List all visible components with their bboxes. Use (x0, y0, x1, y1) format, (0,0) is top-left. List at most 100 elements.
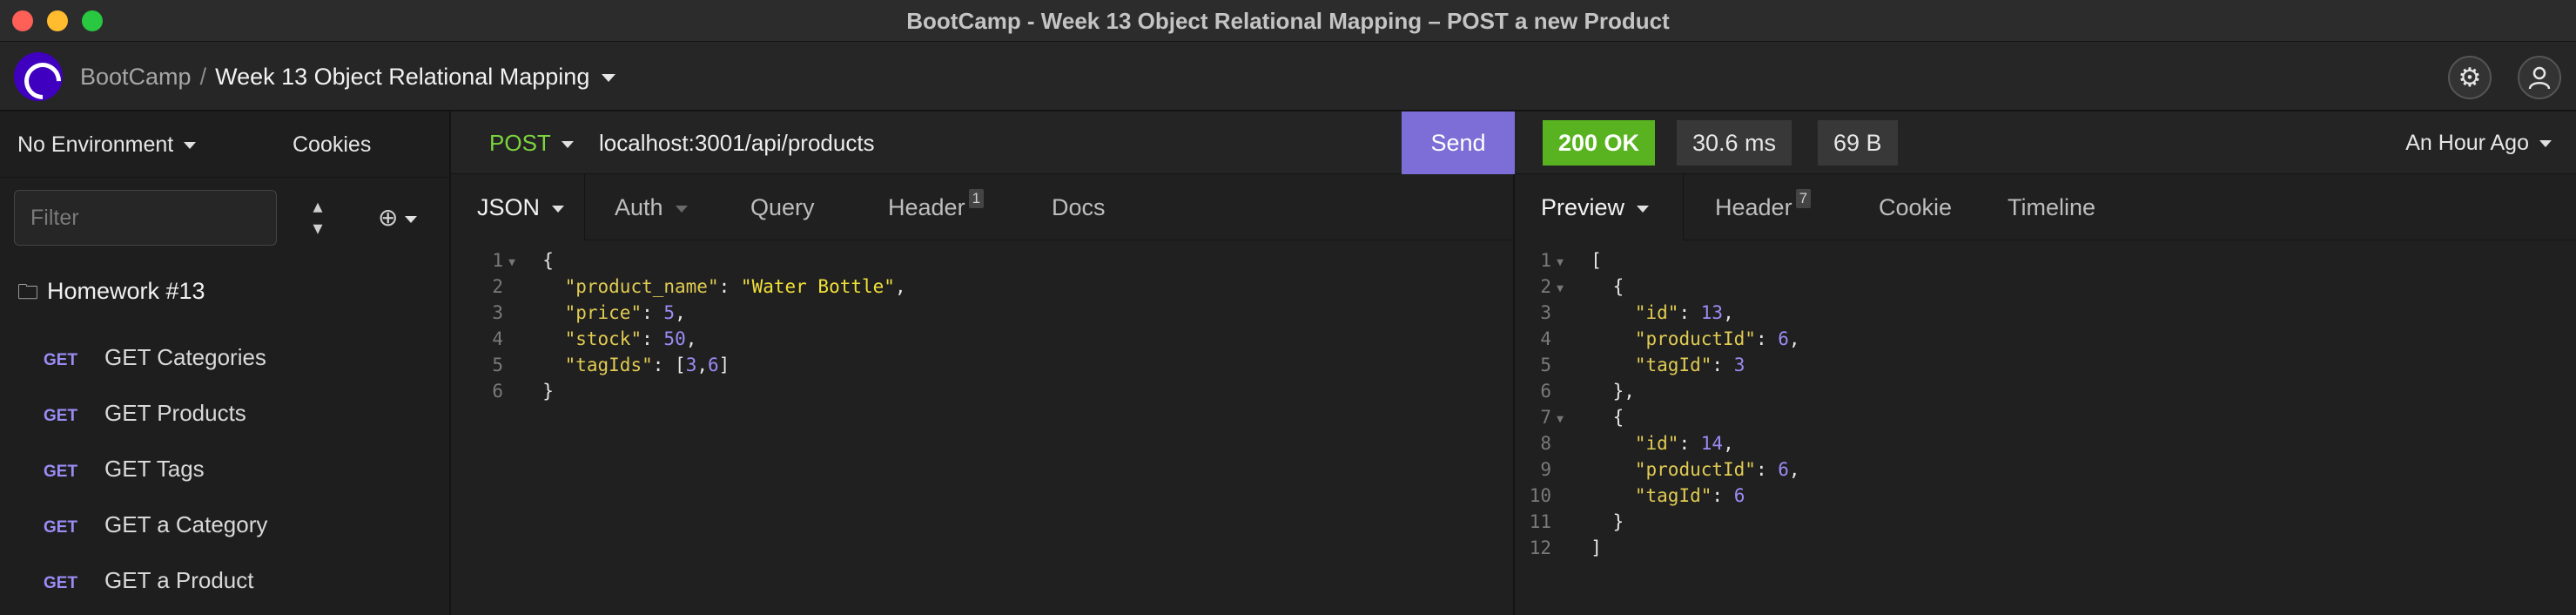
tab-label: Preview (1541, 194, 1625, 220)
window-title: BootCamp - Week 13 Object Relational Map… (906, 8, 1670, 34)
window-titlebar: BootCamp - Week 13 Object Relational Map… (0, 0, 2576, 42)
folder-label: Homework #13 (47, 278, 205, 304)
environment-select[interactable]: No Environment (17, 112, 197, 178)
line-number: 5 (492, 355, 503, 375)
tab-header[interactable]: Header 1 (888, 174, 985, 240)
request-method-badge: GET (44, 407, 78, 425)
code-line: 6 } (468, 378, 906, 404)
fold-chevron-icon[interactable]: ▼ (1551, 407, 1569, 433)
code-text: "id": 13, (1634, 302, 1734, 323)
breadcrumb: BootCamp / Week 13 Object Relational Mappi… (80, 42, 616, 112)
history-dropdown[interactable]: An Hour Ago (2405, 112, 2552, 174)
sidebar-request-item[interactable]: GET GET a Category (0, 497, 449, 552)
tab-auth[interactable]: Auth (615, 174, 688, 240)
code-text: }, (1591, 381, 1635, 402)
line-number: 4 (1540, 328, 1551, 349)
code-text: "stock": 50, (564, 328, 697, 349)
code-text: [ (1591, 250, 1602, 271)
settings-button[interactable]: ⚙ (2448, 56, 2492, 99)
response-pane: 200 OK 30.6 ms 69 B An Hour Ago Preview … (1515, 112, 2576, 615)
line-number: 2 (1540, 276, 1551, 297)
code-text: { (1591, 276, 1624, 297)
tab-docs[interactable]: Docs (1052, 174, 1106, 240)
line-number: 6 (492, 381, 503, 402)
tab-cookie[interactable]: Cookie (1879, 174, 1952, 240)
code-line: 2 "product_name": "Water Bottle", (468, 274, 905, 300)
response-body-viewer[interactable]: 1 ▼ [2 ▼ {3 "id": 13, 4 "productId": 6, 5 "t… (1517, 247, 1800, 561)
chevron-down-icon (405, 215, 418, 223)
fold-chevron-icon[interactable]: ▼ (1551, 276, 1569, 302)
app-header: BootCamp / Week 13 Object Relational Mappi… (0, 42, 2576, 112)
account-button[interactable] (2518, 56, 2561, 99)
code-text: "productId": 6, (1634, 328, 1800, 349)
sidebar: No Environment Cookies ▴▾ ⊕ 🗀 Homework #1… (0, 112, 451, 615)
add-icon: ⊕ (378, 204, 399, 231)
tab-label: Header (1715, 194, 1792, 220)
code-text: } (1591, 511, 1624, 532)
code-text: ] (1591, 537, 1602, 558)
fold-chevron-icon[interactable]: ▼ (503, 250, 521, 276)
code-line: 3 "price": 5, (468, 300, 906, 326)
environment-label: No Environment (17, 132, 174, 157)
code-line: 6 }, (1517, 378, 1800, 404)
cookies-button[interactable]: Cookies (293, 112, 371, 178)
tab-body-json[interactable]: JSON (451, 174, 585, 240)
chevron-down-icon (675, 205, 688, 213)
code-line: 12 ] (1517, 535, 1800, 561)
request-pane: POST localhost:3001/api/products Send JS… (451, 112, 1515, 615)
sort-button[interactable]: ▴ ▾ (305, 195, 331, 239)
add-request-button[interactable]: ⊕ (378, 200, 418, 235)
sidebar-request-item[interactable]: GET GET a Product (0, 552, 449, 608)
status-badge: 200 OK (1543, 120, 1656, 166)
chevron-down-icon[interactable] (602, 74, 616, 83)
code-line: 11 } (1517, 509, 1800, 535)
chevron-down-icon (2539, 140, 2552, 148)
code-text: "tagId": 6 (1634, 485, 1745, 506)
app-logo-icon[interactable] (14, 52, 63, 101)
send-button[interactable]: Send (1402, 112, 1515, 174)
line-number: 12 (1529, 537, 1551, 558)
code-line: 5 "tagIds": [3,6] (468, 352, 906, 378)
line-number: 5 (1540, 355, 1551, 375)
line-number: 3 (1540, 302, 1551, 323)
breadcrumb-root[interactable]: BootCamp (80, 64, 192, 90)
request-name: GET a Category (104, 511, 268, 537)
tab-label: JSON (477, 194, 541, 220)
response-tabs: Preview Header 7 Cookie Timeline (1515, 174, 2576, 240)
tab-timeline[interactable]: Timeline (2008, 174, 2095, 240)
sidebar-request-item[interactable]: GET GET Products (0, 385, 449, 441)
url-input[interactable]: localhost:3001/api/products (599, 112, 875, 174)
tab-query[interactable]: Query (750, 174, 815, 240)
request-body-editor[interactable]: 1 ▼ {2 "product_name": "Water Bottle", 3 "… (468, 247, 906, 404)
chevron-down-icon (184, 142, 197, 150)
line-number: 1 (1540, 250, 1551, 271)
request-name: GET Tags (104, 456, 205, 482)
code-text: "price": 5, (564, 302, 686, 323)
folder-homework[interactable]: 🗀 Homework #13 (17, 277, 205, 313)
tab-preview[interactable]: Preview (1515, 174, 1684, 240)
request-name: GET Categories (104, 344, 266, 370)
code-line: 9 "productId": 6, (1517, 456, 1800, 483)
user-icon (2528, 66, 2551, 90)
code-line: 1 ▼ { (468, 247, 906, 274)
line-number: 8 (1540, 433, 1551, 454)
request-method-badge: GET (44, 463, 78, 481)
breadcrumb-current[interactable]: Week 13 Object Relational Mapping (215, 64, 589, 90)
code-line: 8 "id": 14, (1517, 430, 1800, 456)
code-line: 2 ▼ { (1517, 274, 1800, 300)
tab-response-header[interactable]: Header 7 (1715, 174, 1812, 240)
code-text: "productId": 6, (1634, 459, 1800, 480)
fold-chevron-icon[interactable]: ▼ (1551, 250, 1569, 276)
sidebar-request-item[interactable]: GET GET Categories (0, 329, 449, 385)
line-number: 3 (492, 302, 503, 323)
chevron-down-icon (561, 141, 574, 149)
filter-input[interactable] (14, 190, 277, 246)
method-select[interactable]: POST (489, 112, 574, 174)
request-name: GET a Product (104, 567, 254, 593)
line-number: 7 (1540, 407, 1551, 428)
sidebar-request-item[interactable]: GET GET Tags (0, 441, 449, 497)
request-name: GET Products (104, 400, 246, 426)
breadcrumb-separator: / (199, 64, 207, 90)
code-line: 3 "id": 13, (1517, 300, 1800, 326)
response-time-badge: 30.6 ms (1677, 120, 1792, 166)
